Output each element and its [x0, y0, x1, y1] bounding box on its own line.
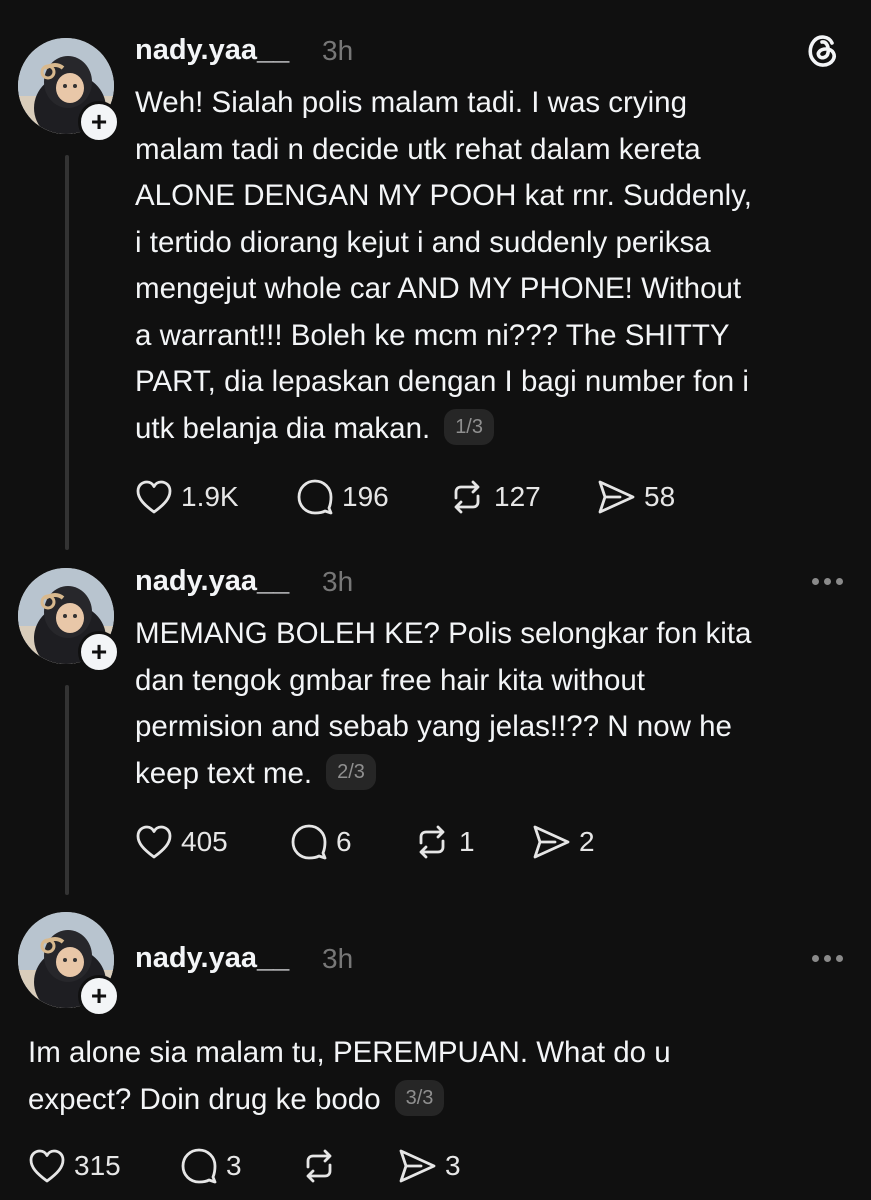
- repost-button[interactable]: [300, 1147, 397, 1185]
- comment-icon: [291, 824, 327, 860]
- post-actions: 1.9K 196 127 58: [135, 478, 675, 516]
- repost-button[interactable]: 127: [448, 478, 596, 516]
- send-icon: [533, 825, 570, 859]
- repost-button[interactable]: 1: [413, 823, 531, 861]
- repost-count: 1: [459, 826, 475, 857]
- repost-icon: [306, 1149, 332, 1183]
- repost-icon: [454, 480, 480, 514]
- like-button[interactable]: 405: [135, 824, 290, 860]
- post-text: Weh! Sialah polis malam tadi. I was cryi…: [135, 80, 855, 452]
- timestamp: 3h: [322, 35, 354, 66]
- more-options-icon[interactable]: [812, 578, 843, 585]
- send-icon: [598, 480, 635, 514]
- heart-icon: [136, 480, 172, 514]
- more-options-icon[interactable]: [812, 955, 843, 962]
- like-count: 315: [74, 1150, 121, 1181]
- share-button[interactable]: 3: [397, 1147, 461, 1185]
- username[interactable]: nady.yaa__: [135, 942, 289, 975]
- comment-icon: [181, 1148, 217, 1184]
- thread-counter-badge: 3/3: [394, 1079, 445, 1116]
- repost-count: 127: [494, 481, 541, 512]
- share-count: 3: [445, 1150, 461, 1181]
- share-button[interactable]: 58: [596, 478, 675, 516]
- post-text-content: MEMANG BOLEH KE? Polis selongkar fon kit…: [135, 617, 752, 790]
- share-count: 58: [644, 481, 676, 512]
- reply-count: 3: [226, 1150, 242, 1181]
- like-count: 405: [181, 826, 228, 857]
- reply-button[interactable]: 3: [180, 1147, 300, 1185]
- thread-counter-badge: 2/3: [326, 753, 376, 790]
- reply-count: 196: [342, 481, 389, 512]
- follow-plus-button[interactable]: +: [78, 631, 120, 673]
- reply-count: 6: [336, 826, 352, 857]
- heart-icon: [136, 825, 172, 859]
- post-text-content: Im alone sia malam tu, PEREMPUAN. What d…: [28, 1036, 671, 1116]
- username[interactable]: nady.yaa__: [135, 565, 289, 598]
- post-text-content: Weh! Sialah polis malam tadi. I was cryi…: [135, 86, 752, 445]
- comment-icon: [297, 479, 333, 515]
- timestamp: 3h: [322, 943, 354, 974]
- timestamp: 3h: [322, 566, 354, 597]
- send-icon: [399, 1149, 436, 1183]
- post-text: Im alone sia malam tu, PEREMPUAN. What d…: [28, 1030, 858, 1123]
- post-actions: 315 3 3: [28, 1147, 461, 1185]
- thread-line: [65, 685, 69, 895]
- share-count: 2: [579, 826, 595, 857]
- reply-button[interactable]: 6: [290, 823, 413, 861]
- threads-logo-icon[interactable]: [805, 30, 841, 70]
- share-button[interactable]: 2: [531, 823, 595, 861]
- follow-plus-button[interactable]: +: [78, 975, 120, 1017]
- reply-button[interactable]: 196: [296, 478, 448, 516]
- like-button[interactable]: 1.9K: [135, 479, 296, 515]
- username[interactable]: nady.yaa__: [135, 34, 289, 67]
- post-actions: 405 6 1 2: [135, 823, 595, 861]
- post-text: MEMANG BOLEH KE? Polis selongkar fon kit…: [135, 611, 855, 797]
- heart-icon: [29, 1149, 65, 1183]
- follow-plus-button[interactable]: +: [78, 101, 120, 143]
- thread-counter-badge: 1/3: [444, 408, 494, 445]
- thread-line: [65, 155, 69, 550]
- like-button[interactable]: 315: [28, 1148, 180, 1184]
- like-count: 1.9K: [181, 481, 239, 512]
- repost-icon: [419, 825, 445, 859]
